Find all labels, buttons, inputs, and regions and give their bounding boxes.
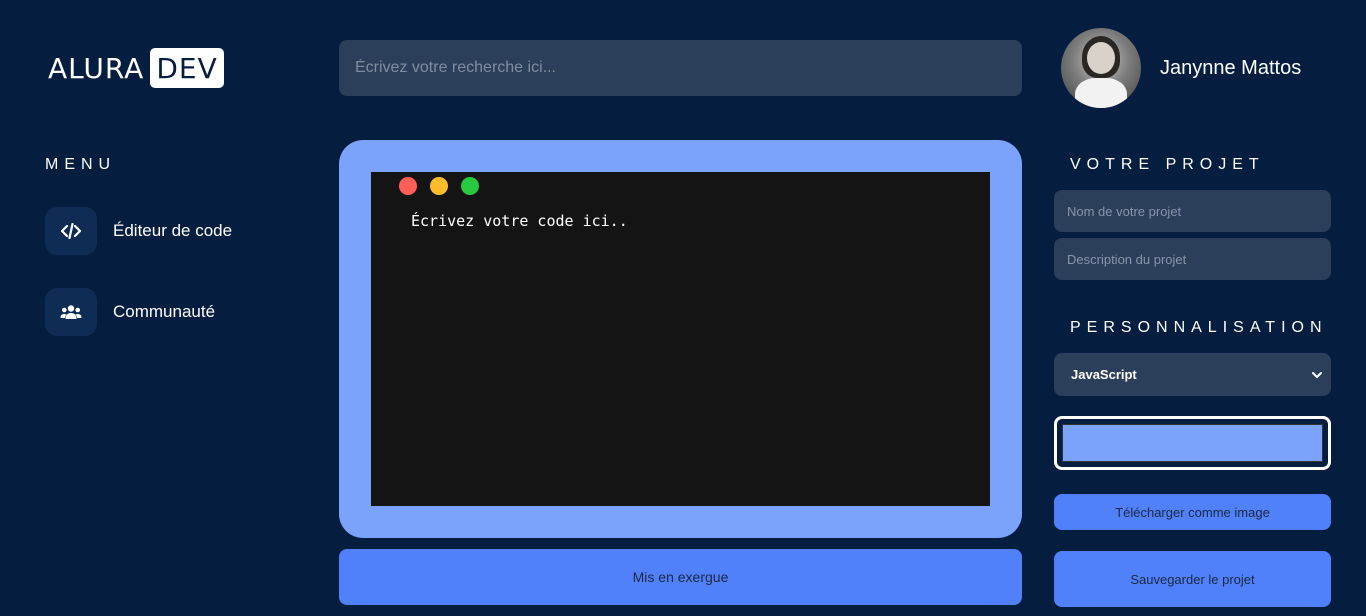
avatar-body bbox=[1075, 78, 1127, 108]
logo-badge: DEV bbox=[150, 48, 224, 88]
logo-brand: ALURA bbox=[48, 51, 145, 85]
project-name-input[interactable] bbox=[1054, 190, 1331, 232]
users-icon bbox=[45, 288, 97, 336]
language-selected-value: JavaScript bbox=[1071, 367, 1137, 382]
avatar-face bbox=[1087, 42, 1115, 74]
code-editor-frame: Écrivez votre code ici.. bbox=[339, 140, 1022, 538]
chevron-down-icon bbox=[1312, 371, 1322, 378]
code-placeholder[interactable]: Écrivez votre code ici.. bbox=[411, 212, 628, 230]
user-name: Janynne Mattos bbox=[1160, 57, 1302, 79]
color-swatch bbox=[1062, 424, 1323, 462]
window-minimize-dot bbox=[430, 177, 448, 195]
project-section-title: VOTRE PROJET bbox=[1070, 156, 1265, 173]
language-select[interactable]: JavaScript bbox=[1054, 353, 1331, 396]
menu-item-label: Communauté bbox=[113, 302, 216, 321]
menu-item-community[interactable]: Communauté bbox=[45, 288, 215, 336]
logo[interactable]: ALURA DEV bbox=[48, 48, 224, 88]
color-picker[interactable] bbox=[1054, 416, 1331, 470]
avatar[interactable] bbox=[1061, 28, 1141, 108]
customization-section-title: PERSONNALISATION bbox=[1070, 319, 1328, 336]
download-image-button[interactable]: Télécharger comme image bbox=[1054, 494, 1331, 530]
menu-item-code-editor[interactable]: Éditeur de code bbox=[45, 207, 232, 255]
highlight-button[interactable]: Mis en exergue bbox=[339, 549, 1022, 605]
window-maximize-dot bbox=[461, 177, 479, 195]
project-description-input[interactable] bbox=[1054, 238, 1331, 280]
code-editor[interactable]: Écrivez votre code ici.. bbox=[371, 172, 990, 506]
window-close-dot bbox=[399, 177, 417, 195]
code-icon bbox=[45, 207, 97, 255]
save-project-button[interactable]: Sauvegarder le projet bbox=[1054, 551, 1331, 607]
search-input[interactable] bbox=[339, 40, 1022, 96]
menu-item-label: Éditeur de code bbox=[113, 221, 233, 240]
menu-title: MENU bbox=[45, 156, 117, 173]
